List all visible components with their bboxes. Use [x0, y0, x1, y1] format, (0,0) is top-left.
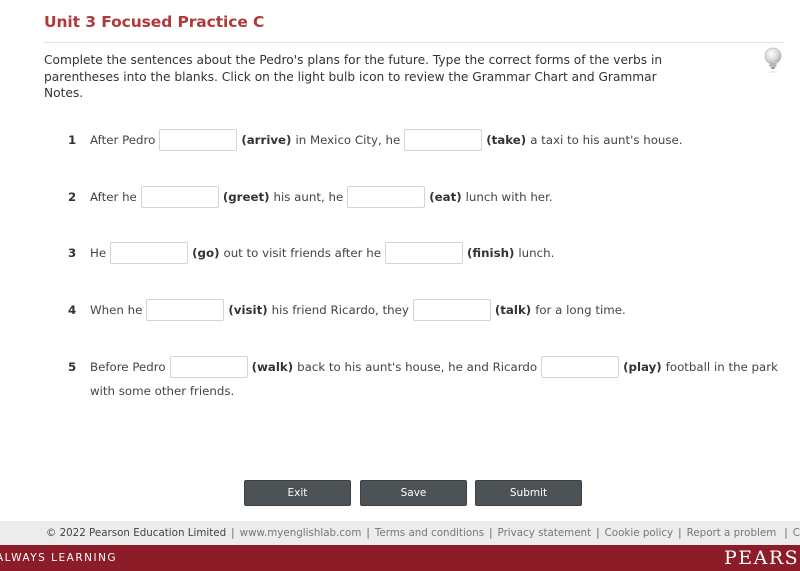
sentence-text: lunch. [518, 246, 555, 260]
brand-tagline: ALWAYS LEARNING [0, 552, 118, 564]
question-number: 4 [68, 303, 77, 317]
privacy-link[interactable]: Privacy statement [498, 527, 592, 539]
sentence-text: his aunt, he [273, 190, 344, 204]
site-link[interactable]: www.myenglishlab.com [240, 527, 362, 539]
separator: | [678, 527, 682, 539]
report-problem-link[interactable]: Report a problem [687, 527, 777, 539]
verb-hint: (visit) [228, 303, 268, 317]
separator: | [784, 527, 788, 539]
question-number: 2 [68, 190, 77, 204]
answer-input-3b[interactable] [385, 242, 463, 264]
footer-links-bar: © 2022 Pearson Education Limited | www.m… [0, 521, 800, 545]
verb-hint: (go) [192, 246, 220, 260]
verb-hint: (finish) [467, 246, 515, 260]
sentence-text: a taxi to his aunt's house. [530, 133, 683, 147]
separator: | [596, 527, 600, 539]
verb-hint: (play) [623, 360, 662, 374]
sentence-text: After Pedro [90, 133, 156, 147]
question-4: 4 When he (visit) his friend Ricardo, th… [68, 299, 630, 321]
answer-input-2b[interactable] [347, 186, 426, 208]
verb-hint: (walk) [251, 360, 294, 374]
verb-hint: (talk) [494, 303, 532, 317]
separator: | [231, 527, 235, 539]
sentence-continuation: with some other friends. [90, 384, 235, 398]
answer-input-2a[interactable] [140, 186, 219, 208]
answer-input-3a[interactable] [110, 242, 189, 264]
sentence-text: out to visit friends after he [223, 246, 381, 260]
verb-hint: (take) [486, 133, 527, 147]
cookie-policy-link[interactable]: Cookie policy [605, 527, 674, 539]
sentence-text: his friend Ricardo, they [271, 303, 409, 317]
copyright-text: © 2022 Pearson Education Limited [46, 527, 227, 539]
separator: | [489, 527, 493, 539]
answer-input-5a[interactable] [169, 356, 248, 378]
answer-input-4a[interactable] [146, 299, 225, 321]
save-button[interactable]: Save [360, 480, 467, 506]
credits-link[interactable]: Credits [793, 527, 800, 539]
sentence-text: for a long time. [535, 303, 626, 317]
question-5: 5 Before Pedro (walk) back to his aunt's… [68, 356, 782, 378]
answer-input-1a[interactable] [159, 129, 238, 151]
sentence-text: lunch with her. [465, 190, 553, 204]
sentence-text: back to his aunt's house, he and Ricardo [297, 360, 538, 374]
verb-hint: (greet) [222, 190, 270, 204]
brand-bar: ALWAYS LEARNING PEARSON [0, 545, 800, 571]
sentence-text: After he [90, 190, 137, 204]
title-divider [44, 42, 784, 43]
answer-input-4b[interactable] [412, 299, 491, 321]
answer-input-5b[interactable] [541, 356, 620, 378]
submit-button[interactable]: Submit [475, 480, 582, 506]
separator: | [366, 527, 370, 539]
sentence-text: football in the park [665, 360, 778, 374]
page-title: Unit 3 Focused Practice C [44, 13, 265, 31]
terms-link[interactable]: Terms and conditions [375, 527, 484, 539]
answer-input-1b[interactable] [404, 129, 483, 151]
verb-hint: (eat) [429, 190, 462, 204]
question-number: 1 [68, 133, 77, 147]
instructions-text: Complete the sentences about the Pedro's… [44, 53, 663, 100]
question-3: 3 He (go) out to visit friends after he … [68, 242, 558, 264]
question-number: 3 [68, 246, 77, 260]
sentence-text: He [90, 246, 107, 260]
verb-hint: (arrive) [241, 133, 292, 147]
pearson-logo: PEARSON [724, 547, 800, 569]
sentence-text: Before Pedro [90, 360, 166, 374]
sentence-text: When he [90, 303, 143, 317]
question-number: 5 [68, 360, 77, 374]
light-bulb-icon[interactable] [762, 46, 784, 74]
exit-button[interactable]: Exit [244, 480, 351, 506]
question-1: 1 After Pedro (arrive) in Mexico City, h… [68, 129, 687, 151]
sentence-text: in Mexico City, he [295, 133, 401, 147]
question-2: 2 After he (greet) his aunt, he (eat) lu… [68, 186, 557, 208]
